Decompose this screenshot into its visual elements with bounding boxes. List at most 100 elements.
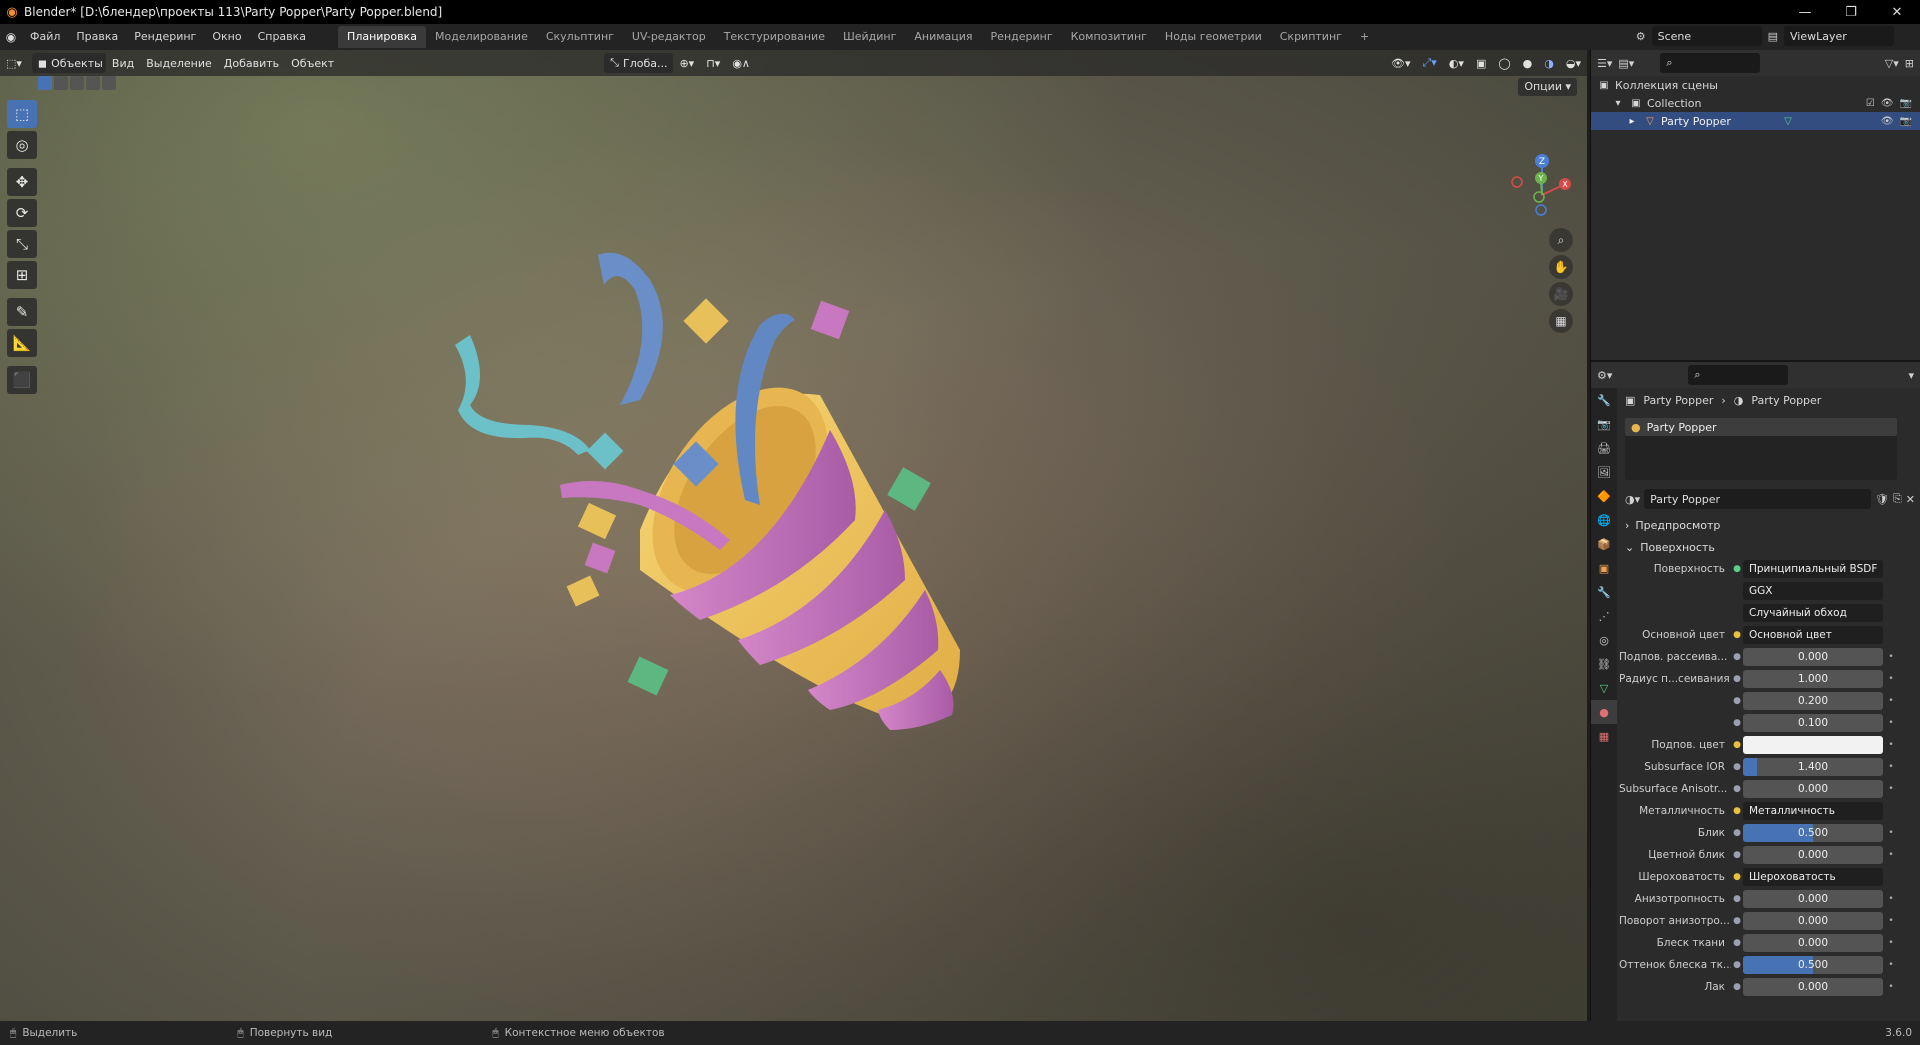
expand-arrow-icon[interactable]: ▾ [1611, 98, 1625, 109]
menu-render[interactable]: Рендеринг [126, 26, 204, 48]
scene-selector[interactable]: Scene [1651, 26, 1762, 46]
wireframe-shading-icon[interactable]: ◯ [1492, 53, 1516, 73]
keyframe-dot-icon[interactable]: • [1883, 674, 1899, 684]
outliner-editor-type-icon[interactable]: ☰▾ [1597, 57, 1612, 70]
axis-gizmo[interactable]: Z Y X [1497, 150, 1587, 230]
number-field[interactable]: 0.000 [1743, 978, 1883, 996]
tab-layout[interactable]: Планировка [338, 26, 427, 48]
snap-icon[interactable]: ⊓▾ [700, 53, 726, 73]
particles-tab-icon[interactable]: ⋰ [1591, 604, 1617, 628]
tree-scene-collection[interactable]: ▣ Коллекция сцены [1591, 76, 1920, 94]
select-extend-icon[interactable] [54, 76, 68, 90]
material-slot-list[interactable]: ● Party Popper [1625, 418, 1897, 480]
add-cube-tool-icon[interactable]: ⬛ [7, 366, 37, 394]
number-field[interactable]: 0.000 [1743, 648, 1883, 666]
tab-uv-editing[interactable]: UV-редактор [623, 26, 715, 48]
tab-rendering[interactable]: Рендеринг [982, 26, 1062, 48]
add-workspace-button[interactable]: + [1351, 26, 1378, 48]
overlay-toggle-icon[interactable]: ◐▾ [1443, 53, 1470, 73]
menu-add[interactable]: Добавить [218, 53, 285, 73]
material-slot[interactable]: ● Party Popper [1625, 418, 1897, 436]
menu-file[interactable]: Файл [22, 26, 68, 48]
tab-geometry-nodes[interactable]: Ноды геометрии [1156, 26, 1271, 48]
collection-tab-icon[interactable]: 📦 [1591, 532, 1617, 556]
editor-type-button[interactable]: ⬚▾ [0, 53, 28, 73]
surface-shader-field[interactable]: Принципиальный BSDF [1743, 560, 1883, 578]
new-collection-icon[interactable]: ⊞ [1905, 57, 1914, 70]
material-tab-icon[interactable]: ● [1591, 700, 1617, 724]
filter-icon[interactable]: ▽▾ [1885, 57, 1899, 70]
menu-window[interactable]: Окно [204, 26, 249, 48]
panel-options-icon[interactable]: ▾ [1908, 369, 1914, 382]
keyframe-dot-icon[interactable]: • [1883, 960, 1899, 970]
keyframe-dot-icon[interactable]: • [1883, 916, 1899, 926]
keyframe-dot-icon[interactable]: • [1883, 762, 1899, 772]
tool-tab-icon[interactable]: 🔧 [1591, 388, 1617, 412]
visibility-eye-icon[interactable]: 👁 [1881, 116, 1894, 127]
tab-animation[interactable]: Анимация [905, 26, 981, 48]
number-field[interactable]: 0.000 [1743, 912, 1883, 930]
constraints-tab-icon[interactable]: ⛓ [1591, 652, 1617, 676]
color-swatch[interactable] [1743, 736, 1883, 754]
keyframe-dot-icon[interactable]: • [1883, 784, 1899, 794]
view-layer-selector[interactable]: ViewLayer [1784, 26, 1894, 46]
material-shading-icon[interactable]: ◑ [1538, 53, 1560, 73]
tab-shading[interactable]: Шейдинг [834, 26, 905, 48]
keyframe-dot-icon[interactable]: • [1883, 894, 1899, 904]
cursor-tool-icon[interactable]: ◎ [7, 131, 37, 159]
xray-icon[interactable]: ▣ [1470, 53, 1492, 73]
number-field[interactable]: 0.500 [1743, 956, 1883, 974]
unlink-material-icon[interactable]: ✕ [1906, 493, 1915, 506]
mode-selector[interactable]: ◼ Объекты [31, 53, 106, 73]
menu-help[interactable]: Справка [250, 26, 314, 48]
tab-sculpting[interactable]: Скульптинг [537, 26, 623, 48]
keyframe-dot-icon[interactable]: • [1883, 740, 1899, 750]
socket-icon[interactable]: ● [1731, 872, 1743, 882]
physics-tab-icon[interactable]: ◎ [1591, 628, 1617, 652]
zoom-icon[interactable]: ⌕ [1549, 228, 1573, 252]
camera-view-icon[interactable]: 🎥 [1549, 282, 1573, 306]
select-box-tool-icon[interactable]: ⬚ [7, 100, 37, 128]
fake-user-icon[interactable]: 🛡 [1875, 493, 1889, 506]
tree-collection[interactable]: ▾ ▣ Collection ☑ 👁 📷 [1591, 94, 1920, 112]
tab-compositing[interactable]: Композитинг [1062, 26, 1156, 48]
rendered-shading-icon[interactable]: ◒▾ [1560, 53, 1587, 73]
socket-icon[interactable]: ● [1731, 938, 1743, 948]
render-camera-icon[interactable]: 📷 [1900, 116, 1912, 127]
scale-tool-icon[interactable]: ⤡ [7, 230, 37, 258]
maximize-button[interactable]: ❐ [1828, 0, 1874, 24]
data-tab-icon[interactable]: ▽ [1591, 676, 1617, 700]
socket-icon[interactable]: ● [1731, 894, 1743, 904]
number-field[interactable]: 0.000 [1743, 780, 1883, 798]
number-field[interactable]: 0.500 [1743, 824, 1883, 842]
world-tab-icon[interactable]: 🌐 [1591, 508, 1617, 532]
number-field[interactable]: 1.400 [1743, 758, 1883, 776]
number-field[interactable]: 1.000 [1743, 670, 1883, 688]
socket-icon[interactable]: ● [1731, 762, 1743, 772]
scene-tab-icon[interactable]: 🔶 [1591, 484, 1617, 508]
menu-view[interactable]: Вид [106, 53, 140, 73]
modifier-tab-icon[interactable]: 🔧 [1591, 580, 1617, 604]
linked-input-field[interactable]: Основной цвет [1743, 626, 1883, 644]
output-tab-icon[interactable]: 🖨 [1591, 436, 1617, 460]
select-difference-icon[interactable] [86, 76, 100, 90]
keyframe-dot-icon[interactable]: • [1883, 850, 1899, 860]
socket-icon[interactable]: ● [1731, 784, 1743, 794]
linked-input-field[interactable]: Металличность [1743, 802, 1883, 820]
visibility-icon[interactable]: 👁▾ [1385, 53, 1417, 73]
transform-tool-icon[interactable]: ⊞ [7, 261, 37, 289]
3d-viewport[interactable]: ⬚▾ ◼ Объекты Вид Выделение Добавить Объе… [0, 50, 1587, 1021]
menu-select[interactable]: Выделение [140, 53, 218, 73]
socket-icon[interactable]: ● [1731, 740, 1743, 750]
properties-editor-type-icon[interactable]: ⚙▾ [1597, 369, 1612, 382]
move-tool-icon[interactable]: ✥ [7, 168, 37, 196]
transform-orientation-selector[interactable]: ⤡ Глоба... [604, 53, 674, 73]
gizmo-toggle-icon[interactable]: ⤢▾ [1416, 53, 1442, 73]
menu-edit[interactable]: Правка [68, 26, 126, 48]
tab-scripting[interactable]: Скриптинг [1271, 26, 1351, 48]
visibility-eye-icon[interactable]: 👁 [1881, 98, 1894, 109]
display-mode-icon[interactable]: ▤▾ [1618, 57, 1634, 70]
socket-icon[interactable]: ● [1731, 982, 1743, 992]
browse-material-icon[interactable]: ◑▾ [1625, 493, 1640, 506]
blender-menu-icon[interactable]: ◉ [0, 30, 22, 44]
